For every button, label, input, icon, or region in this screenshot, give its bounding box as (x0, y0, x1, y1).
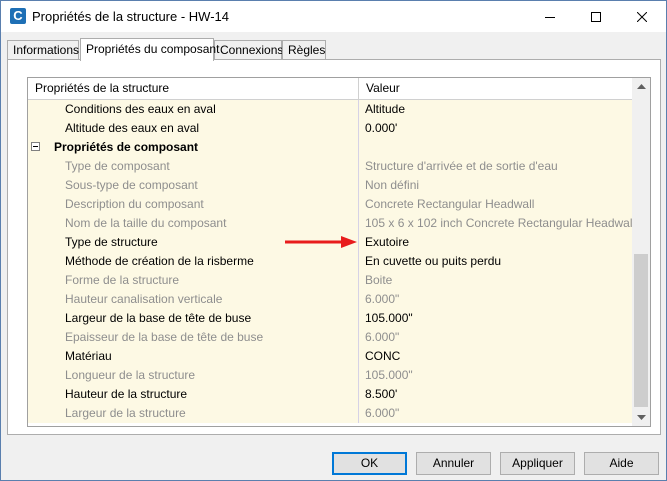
help-button[interactable]: Aide (584, 452, 659, 475)
row-gutter (28, 385, 40, 404)
property-row[interactable]: Méthode de création de la risberme En cu… (28, 252, 632, 271)
property-row[interactable]: Largeur de la structure 6.000" (28, 404, 632, 423)
property-name: Largeur de la base de tête de buse (40, 309, 358, 328)
property-name: Conditions des eaux en aval (40, 100, 358, 119)
scrollbar-thumb[interactable] (634, 254, 648, 407)
property-row[interactable]: Largeur de la base de tête de buse 105.0… (28, 309, 632, 328)
scroll-up-button[interactable] (632, 78, 650, 95)
apply-button[interactable]: Appliquer (500, 452, 575, 475)
property-value[interactable]: Exutoire (358, 233, 632, 252)
row-gutter (28, 328, 40, 347)
title-bar[interactable]: C Propriétés de la structure - HW-14 (1, 1, 666, 32)
window-title: Propriétés de la structure - HW-14 (32, 9, 229, 24)
ok-button[interactable]: OK (332, 452, 407, 475)
property-row[interactable]: Matériau CONC (28, 347, 632, 366)
property-row[interactable]: Nom de la taille du composant 105 x 6 x … (28, 214, 632, 233)
property-row[interactable]: Hauteur canalisation verticale 6.000" (28, 290, 632, 309)
property-name: Largeur de la structure (40, 404, 358, 423)
red-arrow-icon (285, 236, 357, 248)
properties-dialog: C Propriétés de la structure - HW-14 Inf… (0, 0, 667, 481)
property-row[interactable]: Type de composant Structure d'arrivée et… (28, 157, 632, 176)
row-gutter (28, 366, 40, 385)
property-value: 6.000" (358, 404, 632, 423)
property-name: Forme de la structure (40, 271, 358, 290)
maximize-icon (591, 11, 601, 22)
property-row[interactable]: Description du composant Concrete Rectan… (28, 195, 632, 214)
property-name: Hauteur de la structure (40, 385, 358, 404)
property-name: Sous-type de composant (40, 176, 358, 195)
property-value: 6.000" (358, 328, 632, 347)
property-name: Hauteur canalisation verticale (40, 290, 358, 309)
civil3d-app-icon: C (10, 8, 26, 24)
column-header-name[interactable]: Propriétés de la structure (28, 78, 358, 100)
close-icon (637, 11, 647, 22)
minimize-button[interactable] (527, 1, 573, 32)
property-value: 105.000" (358, 366, 632, 385)
property-name: Nom de la taille du composant (40, 214, 358, 233)
minimize-icon (545, 16, 555, 18)
property-row[interactable]: Sous-type de composant Non défini (28, 176, 632, 195)
property-value[interactable]: 8.500' (358, 385, 632, 404)
property-value: Structure d'arrivée et de sortie d'eau (358, 157, 632, 176)
property-value: 105 x 6 x 102 inch Concrete Rectangular … (358, 214, 632, 233)
property-value[interactable]: 105.000" (358, 309, 632, 328)
row-gutter (28, 290, 40, 309)
property-name: Longueur de la structure (40, 366, 358, 385)
scroll-up-icon (636, 83, 646, 89)
property-name: Epaisseur de la base de tête de buse (40, 328, 358, 347)
tab-regles[interactable]: Règles (282, 40, 326, 60)
cancel-button[interactable]: Annuler (416, 452, 491, 475)
tab-informations[interactable]: Informations (7, 40, 79, 60)
row-gutter (28, 347, 40, 366)
property-value[interactable]: En cuvette ou puits perdu (358, 252, 632, 271)
property-row[interactable]: Epaisseur de la base de tête de buse 6.0… (28, 328, 632, 347)
grid-header: Propriétés de la structure Valeur (28, 78, 632, 100)
property-name: Altitude des eaux en aval (40, 119, 358, 138)
row-gutter (28, 233, 40, 252)
scroll-down-button[interactable] (632, 409, 650, 426)
property-value (358, 138, 632, 157)
property-value: Non défini (358, 176, 632, 195)
row-gutter (28, 119, 40, 138)
property-value: Concrete Rectangular Headwall (358, 195, 632, 214)
row-gutter (28, 157, 40, 176)
property-name: Matériau (40, 347, 358, 366)
category-name: Propriétés de composant (40, 138, 358, 157)
property-row[interactable]: Longueur de la structure 105.000" (28, 366, 632, 385)
vertical-scrollbar[interactable] (632, 78, 650, 426)
property-value[interactable]: CONC (358, 347, 632, 366)
scroll-down-icon (636, 414, 646, 420)
row-gutter (28, 252, 40, 271)
row-gutter (28, 404, 40, 423)
property-row[interactable]: Conditions des eaux en aval Altitude (28, 100, 632, 119)
column-header-value[interactable]: Valeur (359, 78, 632, 100)
row-gutter (28, 195, 40, 214)
tab-proprietes-composant[interactable]: Propriétés du composant (80, 38, 219, 61)
property-name: Type de composant (40, 157, 358, 176)
property-row[interactable]: Hauteur de la structure 8.500' (28, 385, 632, 404)
property-grid: Propriétés de la structure Valeur Condit… (27, 77, 651, 427)
row-gutter (28, 214, 40, 233)
row-gutter (28, 309, 40, 328)
property-value: Boite (358, 271, 632, 290)
grid-rows: Conditions des eaux en aval Altitude Alt… (28, 100, 632, 423)
close-button[interactable] (619, 1, 665, 32)
row-gutter (28, 176, 40, 195)
property-row[interactable]: Forme de la structure Boite (28, 271, 632, 290)
row-gutter (28, 271, 40, 290)
property-name: Description du composant (40, 195, 358, 214)
tab-connexions[interactable]: Connexions (214, 40, 283, 60)
property-value[interactable]: 0.000' (358, 119, 632, 138)
maximize-button[interactable] (573, 1, 619, 32)
property-value[interactable]: Altitude (358, 100, 632, 119)
property-row[interactable]: Altitude des eaux en aval 0.000' (28, 119, 632, 138)
row-gutter (28, 100, 40, 119)
property-value: 6.000" (358, 290, 632, 309)
category-row[interactable]: Propriétés de composant (28, 138, 632, 157)
property-name: Méthode de création de la risberme (40, 252, 358, 271)
collapse-icon[interactable] (31, 142, 40, 151)
